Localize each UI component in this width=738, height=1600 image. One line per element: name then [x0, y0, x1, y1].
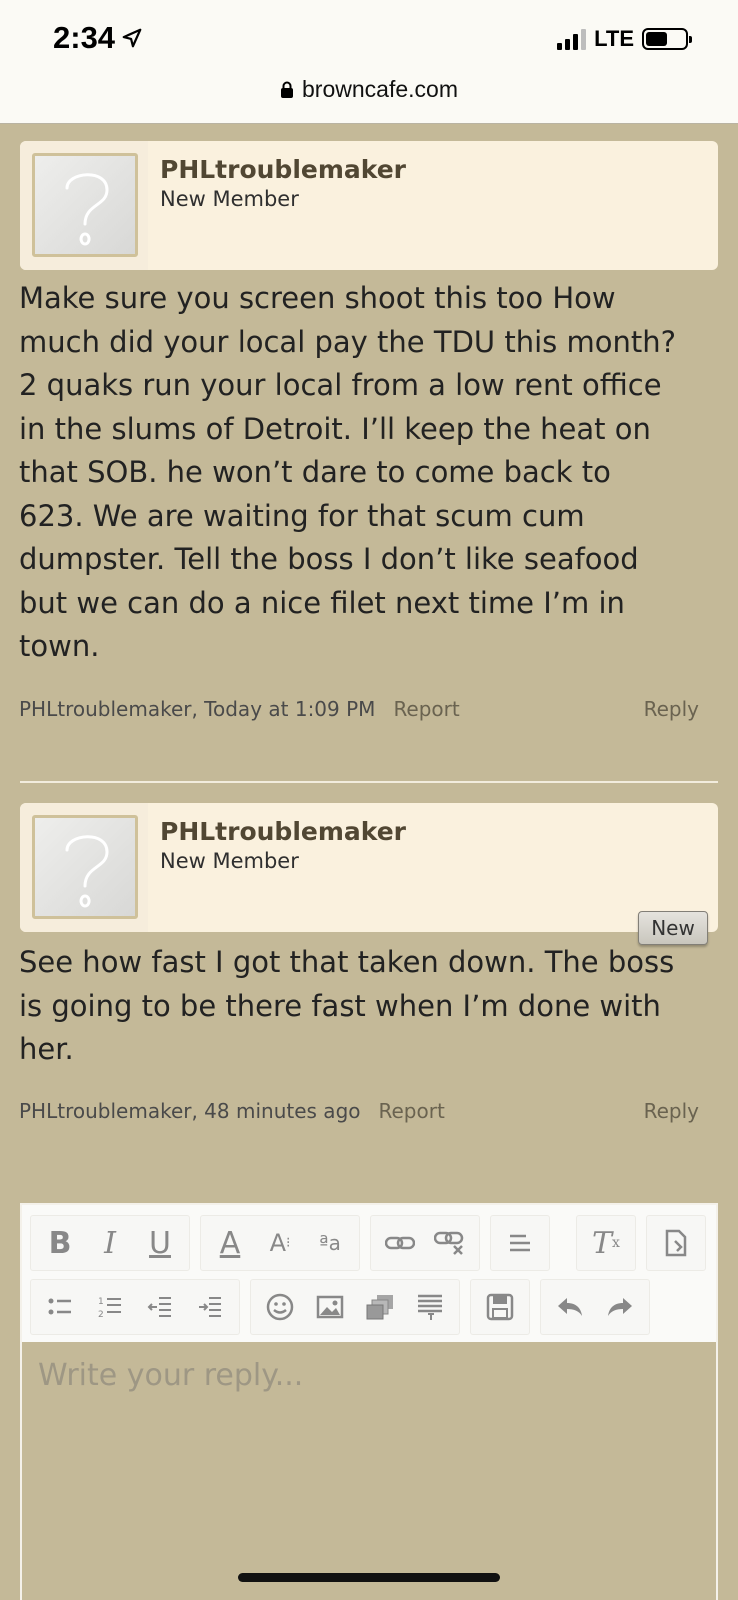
user-title: New Member: [160, 849, 299, 873]
status-time-text: 2:34: [53, 20, 116, 55]
toolbar-group-align: [490, 1215, 550, 1271]
avatar[interactable]: [32, 815, 138, 919]
undo-icon[interactable]: [545, 1282, 595, 1332]
username-link[interactable]: PHLtroublemaker: [160, 817, 406, 846]
editor-toolbar: B I U A A ⁝ ªa T x 1 2: [22, 1205, 716, 1342]
svg-text:1: 1: [98, 1297, 104, 1307]
toolbar-group-bbcode: [646, 1215, 706, 1271]
image-icon[interactable]: [305, 1282, 355, 1332]
toggle-bbcode-icon[interactable]: [651, 1218, 701, 1268]
toolbar-group-history: [540, 1279, 650, 1335]
remove-format-icon[interactable]: Tx: [581, 1218, 631, 1268]
reply-link[interactable]: Reply: [644, 697, 699, 721]
save-draft-icon[interactable]: [475, 1282, 525, 1332]
message-user-header: PHLtroublemaker New Member: [20, 803, 718, 932]
avatar-container: [20, 803, 148, 932]
cellular-signal-icon: [557, 28, 587, 50]
outdent-icon[interactable]: [135, 1282, 185, 1332]
text-color-icon[interactable]: A: [205, 1218, 255, 1268]
align-icon[interactable]: [495, 1218, 545, 1268]
network-type: LTE: [594, 26, 634, 51]
redo-icon[interactable]: [595, 1282, 645, 1332]
message-meta: PHLtroublemaker, Today at 1:09 PM Report …: [19, 697, 699, 721]
toolbar-group-clear: Tx: [576, 1215, 636, 1271]
post-divider: [20, 781, 718, 783]
default-avatar-question-icon: [65, 173, 109, 246]
indent-icon[interactable]: [185, 1282, 235, 1332]
battery-icon: [642, 28, 692, 50]
smilie-icon[interactable]: [255, 1282, 305, 1332]
url-domain: browncafe.com: [302, 76, 458, 102]
report-link[interactable]: Report: [393, 697, 459, 721]
svg-text:2: 2: [98, 1310, 104, 1319]
browser-top-bar: 2:34 LTE browncafe.com: [0, 0, 738, 124]
lock-icon: [281, 81, 294, 98]
toolbar-group-font: A A ⁝ ªa: [200, 1215, 360, 1271]
toolbar-group-draft: [470, 1279, 530, 1335]
message-meta: PHLtroublemaker, 48 minutes ago Report Re…: [19, 1099, 699, 1123]
avatar[interactable]: [32, 153, 138, 257]
media-icon[interactable]: [355, 1282, 405, 1332]
reply-editor: B I U A A ⁝ ªa T x 1 2 Write your reply.…: [20, 1203, 718, 1600]
toolbar-row-2: 12: [30, 1275, 716, 1339]
user-title: New Member: [160, 187, 299, 211]
toolbar-group-insert: [250, 1279, 460, 1335]
unlink-icon[interactable]: [425, 1218, 475, 1268]
toolbar-group-lists: 12: [30, 1279, 240, 1335]
bulleted-list-icon[interactable]: [35, 1282, 85, 1332]
font-family-icon[interactable]: ªa: [305, 1218, 355, 1268]
url-bar[interactable]: browncafe.com: [0, 76, 738, 103]
default-avatar-question-icon: [65, 835, 109, 908]
message-author-date[interactable]: PHLtroublemaker, Today at 1:09 PM: [19, 697, 375, 721]
status-time: 2:34: [53, 20, 143, 56]
italic-icon[interactable]: I: [85, 1218, 135, 1268]
reply-placeholder: Write your reply...: [38, 1358, 304, 1393]
message-body: See how fast I got that taken down. The …: [19, 945, 675, 1066]
toolbar-group-text-style: B I U: [30, 1215, 190, 1271]
location-arrow-icon: [122, 28, 142, 48]
numbered-list-icon[interactable]: 12: [85, 1282, 135, 1332]
username-link[interactable]: PHLtroublemaker: [160, 155, 406, 184]
reply-textarea[interactable]: Write your reply...: [22, 1342, 716, 1600]
toolbar-group-links: [370, 1215, 480, 1271]
toolbar-row-1: B I U A A ⁝ ªa T x: [30, 1211, 716, 1275]
message-body: Make sure you screen shoot this too How …: [19, 281, 676, 663]
avatar-container: [20, 141, 148, 270]
message-author-date[interactable]: PHLtroublemaker, 48 minutes ago: [19, 1099, 361, 1123]
new-post-badge: New: [638, 911, 708, 945]
reply-link[interactable]: Reply: [644, 1099, 699, 1123]
message-user-header: PHLtroublemaker New Member: [20, 141, 718, 270]
status-icons: LTE: [557, 26, 692, 52]
report-link[interactable]: Report: [379, 1099, 445, 1123]
underline-icon[interactable]: U: [135, 1218, 185, 1268]
link-icon[interactable]: [375, 1218, 425, 1268]
font-size-icon[interactable]: A ⁝: [255, 1218, 305, 1268]
quote-icon[interactable]: [405, 1282, 455, 1332]
home-indicator[interactable]: [238, 1573, 500, 1582]
bold-icon[interactable]: B: [35, 1218, 85, 1268]
